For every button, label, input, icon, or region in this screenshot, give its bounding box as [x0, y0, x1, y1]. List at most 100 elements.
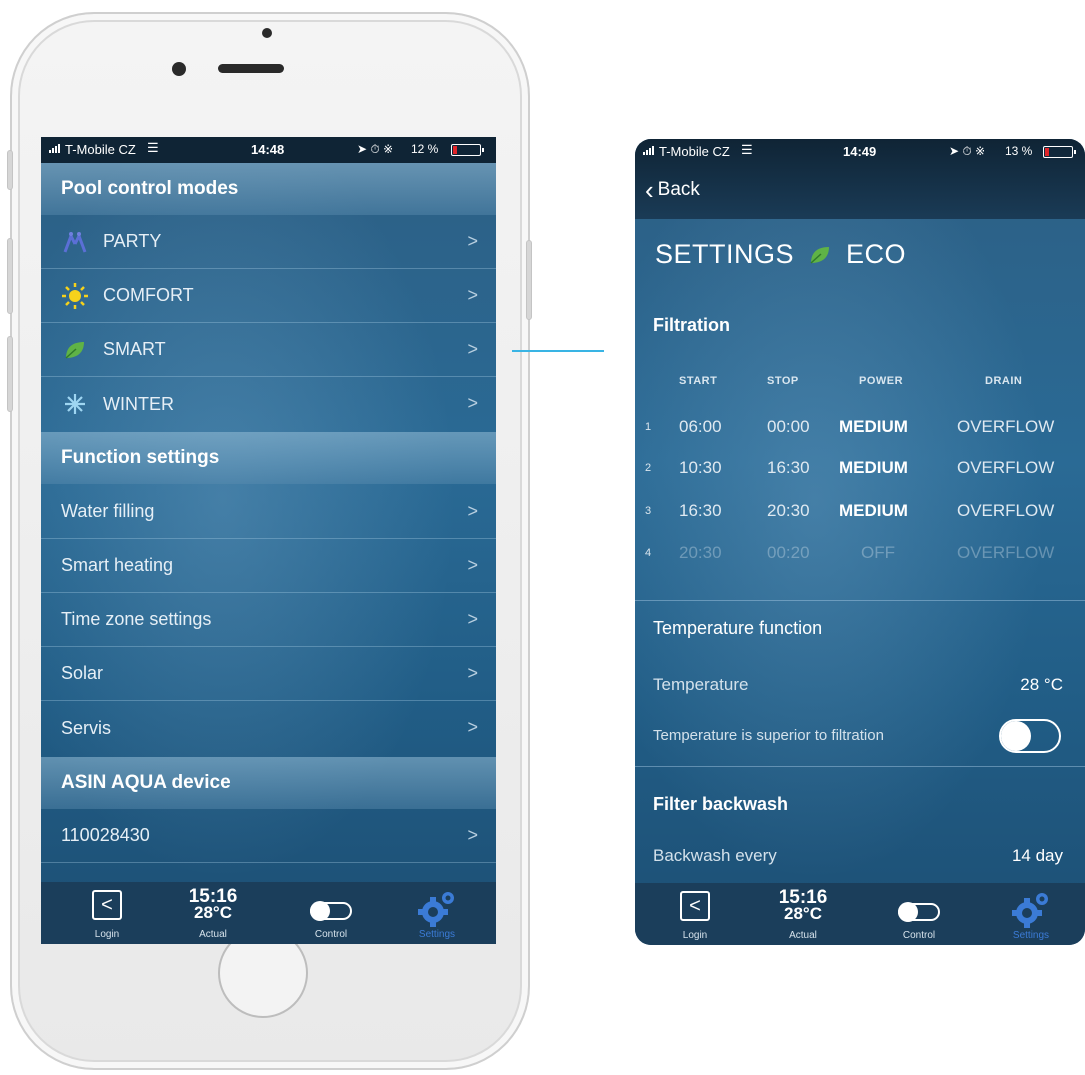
mode-comfort[interactable]: COMFORT >: [41, 269, 496, 323]
row-start: 16:30: [679, 501, 722, 520]
function-smart-heating[interactable]: Smart heating >: [41, 539, 496, 593]
backwash-row[interactable]: Backwash every 14 day: [653, 846, 1063, 866]
back-label: Back: [657, 179, 700, 200]
signal-icon: [49, 144, 60, 153]
tab-label: Login: [94, 929, 120, 940]
chevron-right-icon: >: [467, 717, 478, 737]
front-camera: [172, 62, 186, 76]
function-solar[interactable]: Solar >: [41, 647, 496, 701]
filter-backwash-title: Filter backwash: [653, 794, 789, 814]
tab-label: Settings: [1012, 930, 1050, 941]
status-icons: ➤ ⏱ ※: [949, 144, 986, 158]
tab-label: Actual: [789, 930, 817, 941]
status-time: 14:48: [251, 142, 285, 157]
power-button: [526, 240, 532, 320]
sensor-dot: [262, 28, 272, 38]
tab-login[interactable]: < Login: [665, 883, 725, 945]
device-id-row[interactable]: 110028430 >: [41, 809, 496, 863]
divider: [635, 600, 1085, 601]
function-label: Servis: [61, 717, 112, 738]
filtration-row[interactable]: 3 16:30 20:30 MEDIUM OVERFLOW: [635, 501, 1085, 541]
function-label: Water filling: [61, 501, 155, 521]
tab-settings[interactable]: Settings: [1001, 883, 1061, 945]
chevron-left-icon: ‹: [645, 175, 654, 205]
snowflake-icon: [61, 390, 89, 418]
tab-settings[interactable]: Settings: [407, 882, 467, 944]
row-power: MEDIUM: [839, 458, 908, 477]
row-power: OFF: [861, 543, 895, 562]
status-icons: ➤ ⏱ ※: [357, 142, 394, 156]
tab-label: Control: [314, 929, 348, 940]
tab-temp: 28°C: [784, 904, 822, 923]
row-stop: 00:20: [767, 543, 810, 562]
section-pool-control-modes: Pool control modes: [41, 163, 496, 215]
toggle-icon: [310, 901, 352, 921]
temperature-row[interactable]: Temperature 28 °C: [653, 675, 1063, 695]
filtration-row[interactable]: 1 06:00 00:00 MEDIUM OVERFLOW: [635, 417, 1085, 457]
function-water-filling[interactable]: Water filling >: [41, 485, 496, 539]
filtration-row[interactable]: 4 20:30 00:20 OFF OVERFLOW: [635, 543, 1085, 583]
tab-login[interactable]: < Login: [77, 882, 137, 944]
col-stop: STOP: [767, 375, 799, 387]
signal-icon: [643, 146, 654, 155]
battery-percent: 13 %: [1005, 144, 1033, 158]
status-time: 14:49: [843, 144, 877, 159]
tab-control[interactable]: Control: [295, 882, 367, 944]
tab-label: Actual: [199, 929, 227, 940]
chevron-right-icon: >: [467, 663, 478, 683]
row-drain: OVERFLOW: [957, 417, 1055, 436]
status-bar: T-Mobile CZ ☰ 14:48 ➤ ⏱ ※ 12 %: [41, 137, 496, 163]
chevron-right-icon: >: [467, 609, 478, 629]
divider: [635, 766, 1085, 767]
superior-label: Temperature is superior to filtration: [653, 727, 884, 744]
mode-label: PARTY: [103, 231, 162, 251]
chevron-right-icon: >: [467, 825, 478, 845]
tab-control[interactable]: Control: [883, 883, 955, 945]
mute-switch: [7, 150, 13, 190]
tab-bar: < Login 15:16 28°C Actual Control Settin…: [41, 882, 496, 944]
superior-toggle[interactable]: [999, 719, 1061, 753]
battery-percent: 12 %: [411, 142, 439, 156]
party-icon: [61, 228, 89, 256]
settings-title: SETTINGS: [655, 239, 795, 269]
section-asin-aqua-device: ASIN AQUA device: [41, 757, 496, 809]
carrier-label: T-Mobile CZ: [65, 142, 136, 157]
back-button[interactable]: ‹ Back: [645, 175, 700, 205]
chevron-right-icon: >: [467, 555, 478, 575]
row-stop: 16:30: [767, 458, 810, 477]
row-start: 20:30: [679, 543, 722, 562]
tab-bar: < Login 15:16 28°C Actual Control Settin…: [635, 883, 1085, 945]
function-servis[interactable]: Servis >: [41, 701, 496, 755]
filtration-title: Filtration: [653, 315, 730, 335]
leaf-icon: [810, 246, 830, 264]
back-arrow-icon: <: [92, 890, 122, 920]
toggle-icon: [898, 902, 940, 922]
row-drain: OVERFLOW: [957, 458, 1055, 477]
connector-line: [512, 350, 604, 352]
function-label: Time zone settings: [61, 609, 212, 629]
mode-smart[interactable]: SMART >: [41, 323, 496, 377]
mode-label: WINTER: [103, 393, 174, 414]
col-drain: DRAIN: [985, 375, 1023, 387]
mode-party[interactable]: PARTY >: [41, 215, 496, 269]
tab-label: Settings: [418, 929, 456, 940]
row-index: 2: [645, 462, 652, 474]
left-screen: T-Mobile CZ ☰ 14:48 ➤ ⏱ ※ 12 % Pool cont…: [41, 137, 496, 944]
tab-actual[interactable]: 15:16 28°C Actual: [767, 883, 839, 945]
function-time-zone-settings[interactable]: Time zone settings >: [41, 593, 496, 647]
battery-icon: [1043, 146, 1076, 158]
col-start: START: [679, 375, 718, 387]
back-arrow-icon: <: [680, 891, 710, 921]
mode-winter[interactable]: WINTER >: [41, 377, 496, 431]
filtration-row[interactable]: 2 10:30 16:30 MEDIUM OVERFLOW: [635, 458, 1085, 498]
row-stop: 20:30: [767, 501, 810, 520]
chevron-right-icon: >: [467, 393, 478, 413]
gear-icon: [417, 890, 457, 928]
function-label: Smart heating: [61, 555, 174, 575]
row-drain: OVERFLOW: [957, 501, 1055, 520]
tab-actual[interactable]: 15:16 28°C Actual: [177, 882, 249, 944]
chevron-right-icon: >: [467, 339, 478, 359]
wifi-icon: ☰: [741, 142, 753, 157]
battery-icon: [451, 144, 484, 156]
row-index: 1: [645, 421, 652, 433]
